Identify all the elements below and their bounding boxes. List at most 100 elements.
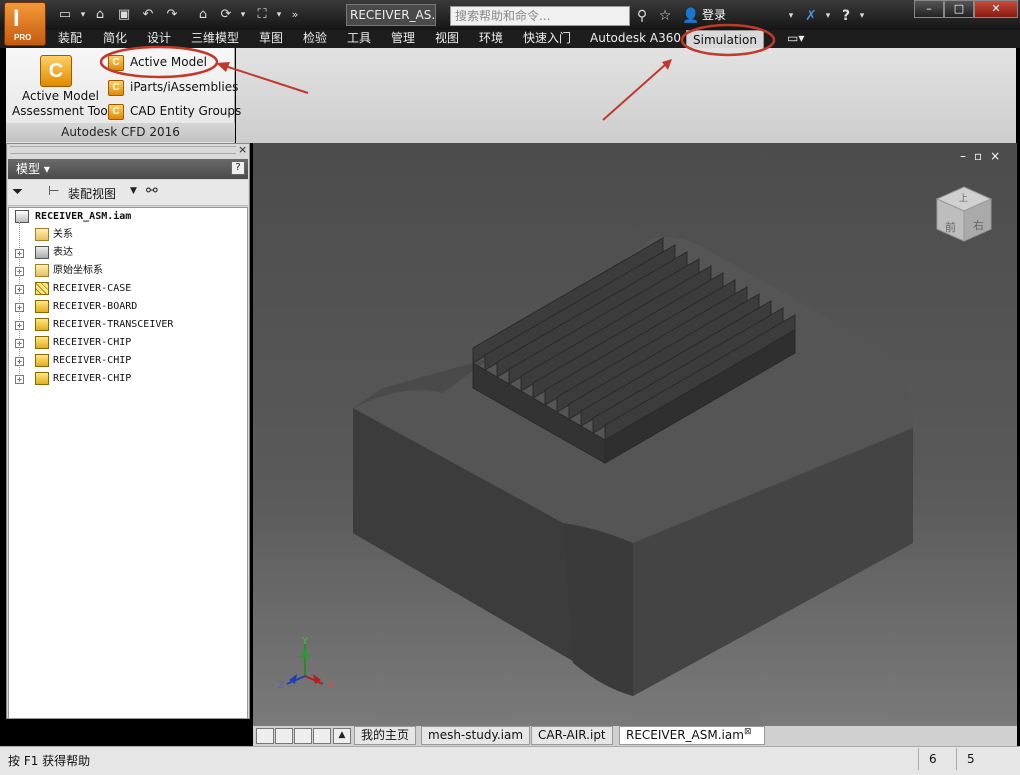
tab-sketch[interactable]: 草图 — [259, 30, 283, 48]
tile-windows-icon[interactable] — [275, 728, 293, 744]
tab-assemble[interactable]: 装配 — [58, 30, 82, 48]
view-dropdown-icon[interactable]: ▼ — [130, 186, 137, 196]
browser-help-icon[interactable]: ? — [231, 161, 245, 175]
tile-horizontal-icon[interactable] — [294, 728, 312, 744]
tree-item[interactable]: + RECEIVER-CHIP — [9, 370, 249, 388]
doc-tab-mesh-study[interactable]: mesh-study.iam — [421, 726, 531, 745]
tree-line — [19, 222, 20, 380]
big-button-label-2[interactable]: Assessment Tool — [12, 104, 111, 118]
active-model-icon[interactable]: C — [108, 55, 124, 71]
help-icon[interactable]: ? — [836, 7, 856, 25]
cad-entity-groups-icon[interactable]: C — [108, 104, 124, 120]
tab-simulation[interactable]: Simulation — [686, 30, 764, 50]
ribbon-tab-bar: 装配 简化 设计 三维模型 草图 检验 工具 管理 视图 环境 快速入门 Aut… — [0, 30, 1020, 48]
tab-design[interactable]: 设计 — [147, 30, 171, 48]
tree-item[interactable]: + RECEIVER-CASE — [9, 280, 249, 298]
cad-entity-groups-button[interactable]: CAD Entity Groups — [130, 104, 241, 118]
viewcube-top-label: 上 — [959, 194, 969, 204]
redo-icon[interactable]: ↷ — [162, 6, 182, 24]
iparts-icon[interactable]: C — [108, 80, 124, 96]
tree-item[interactable]: + 表达 — [9, 244, 249, 262]
part-case-icon — [35, 282, 49, 295]
home-icon[interactable]: ⌂ — [192, 6, 214, 24]
cascade-windows-icon[interactable] — [256, 728, 274, 744]
new-icon[interactable]: ▭ — [54, 6, 76, 24]
new-dropdown-icon[interactable]: ▾ — [78, 6, 88, 24]
login-dropdown-icon[interactable]: ▾ — [786, 7, 796, 25]
tile-vertical-icon[interactable] — [313, 728, 331, 744]
browser-title[interactable]: 模型 ▾ — [8, 159, 248, 179]
doc-tab-car-air[interactable]: CAR-AIR.ipt — [531, 726, 613, 745]
tab-3d-model[interactable]: 三维模型 — [191, 30, 239, 48]
tree-item[interactable]: + 原始坐标系 — [9, 262, 249, 280]
undo-icon[interactable]: ↶ — [138, 6, 158, 24]
tree-item[interactable]: + RECEIVER-CHIP — [9, 334, 249, 352]
axis-y-label: Y — [302, 636, 309, 647]
tab-tools[interactable]: 工具 — [347, 30, 371, 48]
tree-item[interactable]: 关系 — [9, 226, 249, 244]
status-bar — [0, 746, 1020, 775]
application-menu-button[interactable]: I PRO — [4, 2, 46, 46]
status-divider — [956, 748, 957, 770]
tab-list-up-icon[interactable]: ▲ — [333, 728, 351, 744]
browser-grip[interactable] — [10, 146, 236, 154]
active-model-button[interactable]: Active Model — [130, 55, 207, 69]
search-input[interactable]: 搜索帮助和命令... — [450, 6, 630, 26]
close-button[interactable]: ✕ — [974, 0, 1018, 18]
open-icon[interactable]: ⌂ — [90, 6, 110, 24]
tab-view[interactable]: 视图 — [435, 30, 459, 48]
tab-simplify[interactable]: 简化 — [103, 30, 127, 48]
update-icon[interactable]: ⟳ — [216, 6, 236, 24]
ribbon-panel-title: Autodesk CFD 2016 — [6, 123, 235, 142]
viewcube[interactable]: 上 前 右 — [935, 185, 993, 243]
axis-x-label: X — [328, 680, 335, 691]
iparts-iassemblies-button[interactable]: iParts/iAssemblies — [130, 80, 238, 94]
filter-icon[interactable]: ⏷ — [12, 184, 23, 200]
axis-z-label: Z — [278, 680, 285, 691]
tree-item[interactable]: + RECEIVER-CHIP — [9, 352, 249, 370]
select-dropdown-icon[interactable]: ▾ — [274, 6, 284, 24]
help-dropdown-icon[interactable]: ▾ — [857, 7, 867, 25]
folder-icon — [35, 264, 49, 277]
folder-icon — [35, 228, 49, 241]
maximize-button[interactable]: □ — [944, 0, 974, 18]
part-icon — [35, 354, 49, 367]
browser-close-icon[interactable]: × — [238, 143, 247, 156]
tab-manage[interactable]: 管理 — [391, 30, 415, 48]
user-icon[interactable]: 👤 — [682, 7, 699, 25]
assembly-view-icon[interactable]: ⊢ — [48, 184, 59, 199]
tree-item[interactable]: + RECEIVER-TRANSCEIVER — [9, 316, 249, 334]
ribbon-options-icon[interactable]: ▭▾ — [787, 30, 804, 48]
big-button-label-1[interactable]: Active Model — [22, 89, 99, 103]
save-icon[interactable]: ▣ — [114, 6, 134, 24]
browser-toolbar — [8, 180, 248, 206]
viewcube-right-label: 右 — [973, 219, 984, 232]
exchange-apps-icon[interactable]: ✗ — [802, 7, 820, 25]
doc-tab-home[interactable]: 我的主页 — [354, 726, 417, 745]
viewcube-front-label: 前 — [945, 221, 956, 234]
select-icon[interactable]: ⛶ — [252, 6, 272, 24]
update-dropdown-icon[interactable]: ▾ — [238, 6, 248, 24]
tab-inspect[interactable]: 检验 — [303, 30, 327, 48]
tree-item[interactable]: + RECEIVER-BOARD — [9, 298, 249, 316]
assembly-view-selector[interactable]: 装配视图 — [68, 185, 116, 202]
active-model-assessment-icon[interactable]: C — [40, 55, 72, 87]
minimize-button[interactable]: – — [914, 0, 944, 18]
part-icon — [35, 300, 49, 313]
model-3d-receiver-case[interactable] — [253, 143, 1017, 726]
more-icon[interactable]: » — [288, 6, 302, 24]
favorites-star-icon[interactable]: ☆ — [656, 7, 674, 25]
part-icon — [35, 372, 49, 385]
tab-environments[interactable]: 环境 — [479, 30, 503, 48]
part-icon — [35, 318, 49, 331]
part-icon — [35, 336, 49, 349]
satellite-icon[interactable]: ⚲ — [634, 7, 650, 25]
tab-a360[interactable]: Autodesk A360 — [590, 30, 681, 48]
browser-tree: RECEIVER_ASM.iam 关系 + 表达 + 原始坐标系 + RECEI… — [8, 207, 248, 719]
tab-get-started[interactable]: 快速入门 — [523, 30, 571, 48]
login-link[interactable]: 登录 — [702, 6, 726, 24]
find-binoculars-icon[interactable]: ⚯ — [146, 183, 158, 199]
close-tab-icon[interactable]: ⊠ — [744, 727, 752, 737]
apps-dropdown-icon[interactable]: ▾ — [823, 7, 833, 25]
status-divider — [918, 748, 919, 770]
